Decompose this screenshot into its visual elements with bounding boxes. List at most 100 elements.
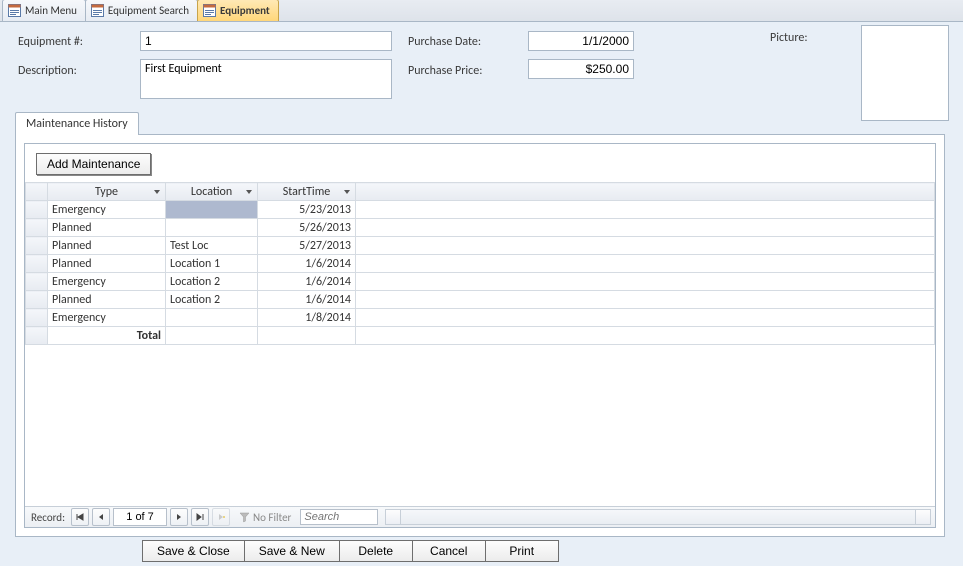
save-close-button[interactable]: Save & Close bbox=[142, 540, 245, 562]
column-header-location[interactable]: Location bbox=[166, 183, 258, 201]
filter-label: No Filter bbox=[253, 511, 291, 524]
cell-blank bbox=[356, 273, 935, 291]
cell-location[interactable]: Location 1 bbox=[166, 255, 258, 273]
tab-label: Equipment Search bbox=[108, 4, 189, 17]
cancel-button[interactable]: Cancel bbox=[412, 540, 486, 562]
equipment-number-label: Equipment #: bbox=[18, 35, 83, 49]
cell-location[interactable]: Location 2 bbox=[166, 291, 258, 309]
cell-blank bbox=[356, 327, 935, 345]
row-selector bbox=[26, 327, 48, 345]
purchase-price-input[interactable] bbox=[528, 59, 634, 79]
description-input[interactable] bbox=[140, 59, 392, 99]
row-selector[interactable] bbox=[26, 273, 48, 291]
nav-last-button[interactable] bbox=[191, 508, 209, 526]
document-tabstrip: Main Menu Equipment Search Equipment bbox=[0, 0, 963, 22]
cell-blank bbox=[356, 309, 935, 327]
form-icon bbox=[91, 4, 104, 17]
record-position-input[interactable] bbox=[113, 508, 167, 526]
column-header-type[interactable]: Type bbox=[48, 183, 166, 201]
table-row[interactable]: Emergency 5/23/2013 bbox=[26, 201, 935, 219]
dropdown-icon bbox=[245, 188, 253, 196]
row-selector-header[interactable] bbox=[26, 183, 48, 201]
cell-blank bbox=[356, 219, 935, 237]
cell-blank bbox=[356, 201, 935, 219]
equipment-number-input[interactable] bbox=[140, 31, 392, 51]
tab-equipment-search[interactable]: Equipment Search bbox=[85, 0, 198, 21]
table-row[interactable]: EmergencyLocation 21/6/2014 bbox=[26, 273, 935, 291]
nav-first-button[interactable] bbox=[71, 508, 89, 526]
cell-type[interactable]: Planned bbox=[48, 255, 166, 273]
purchase-date-input[interactable] bbox=[528, 31, 634, 51]
purchase-price-label: Purchase Price: bbox=[408, 64, 482, 78]
cell-type[interactable]: Planned bbox=[48, 291, 166, 309]
row-selector[interactable] bbox=[26, 219, 48, 237]
maintenance-datasheet: Type Location StartTime Emergency 5/23/20… bbox=[25, 182, 935, 507]
table-row[interactable]: PlannedTest Loc5/27/2013 bbox=[26, 237, 935, 255]
picture-label: Picture: bbox=[770, 31, 808, 45]
cell-starttime[interactable]: 1/6/2014 bbox=[258, 273, 356, 291]
column-label: StartTime bbox=[283, 185, 331, 199]
tab-equipment[interactable]: Equipment bbox=[197, 0, 279, 21]
column-header-starttime[interactable]: StartTime bbox=[258, 183, 356, 201]
table-row[interactable]: PlannedLocation 11/6/2014 bbox=[26, 255, 935, 273]
row-selector[interactable] bbox=[26, 309, 48, 327]
cell-type[interactable]: Planned bbox=[48, 219, 166, 237]
subform-body: Add Maintenance Type Location StartTime … bbox=[15, 134, 945, 537]
nav-new-button[interactable] bbox=[212, 508, 230, 526]
cell-blank bbox=[166, 327, 258, 345]
description-label: Description: bbox=[18, 64, 77, 78]
picture-box[interactable] bbox=[861, 25, 949, 121]
table-row[interactable]: PlannedLocation 21/6/2014 bbox=[26, 291, 935, 309]
column-label: Location bbox=[191, 185, 232, 199]
nav-prev-button[interactable] bbox=[92, 508, 110, 526]
delete-button[interactable]: Delete bbox=[339, 540, 413, 562]
total-label: Total bbox=[48, 327, 166, 345]
dropdown-icon bbox=[343, 188, 351, 196]
cell-blank bbox=[258, 327, 356, 345]
column-header-blank bbox=[356, 183, 935, 201]
row-selector[interactable] bbox=[26, 291, 48, 309]
row-selector[interactable] bbox=[26, 237, 48, 255]
cell-location[interactable] bbox=[166, 201, 258, 219]
tab-label: Main Menu bbox=[25, 4, 77, 17]
cell-type[interactable]: Emergency bbox=[48, 201, 166, 219]
cell-location[interactable] bbox=[166, 309, 258, 327]
save-new-button[interactable]: Save & New bbox=[244, 540, 340, 562]
cell-blank bbox=[356, 291, 935, 309]
nav-next-button[interactable] bbox=[170, 508, 188, 526]
table-row[interactable]: Planned 5/26/2013 bbox=[26, 219, 935, 237]
row-selector[interactable] bbox=[26, 255, 48, 273]
tab-label: Equipment bbox=[220, 4, 270, 17]
cell-blank bbox=[356, 237, 935, 255]
subform-tab-maintenance-history[interactable]: Maintenance History bbox=[15, 112, 139, 135]
cell-starttime[interactable]: 5/23/2013 bbox=[258, 201, 356, 219]
table-row[interactable]: Emergency 1/8/2014 bbox=[26, 309, 935, 327]
cell-location[interactable]: Test Loc bbox=[166, 237, 258, 255]
cell-location[interactable]: Location 2 bbox=[166, 273, 258, 291]
add-maintenance-button[interactable]: Add Maintenance bbox=[36, 153, 151, 175]
cell-starttime[interactable]: 1/6/2014 bbox=[258, 291, 356, 309]
form-icon bbox=[8, 4, 21, 17]
cell-starttime[interactable]: 5/27/2013 bbox=[258, 237, 356, 255]
cell-starttime[interactable]: 1/6/2014 bbox=[258, 255, 356, 273]
dropdown-icon bbox=[153, 188, 161, 196]
cell-starttime[interactable]: 5/26/2013 bbox=[258, 219, 356, 237]
purchase-date-label: Purchase Date: bbox=[408, 35, 481, 49]
tab-main-menu[interactable]: Main Menu bbox=[2, 0, 86, 21]
table-total-row: Total bbox=[26, 327, 935, 345]
cell-type[interactable]: Planned bbox=[48, 237, 166, 255]
column-label: Type bbox=[95, 185, 118, 199]
print-button[interactable]: Print bbox=[485, 540, 559, 562]
filter-indicator[interactable]: No Filter bbox=[239, 511, 291, 524]
action-bar: Save & Close Save & New Delete Cancel Pr… bbox=[142, 540, 558, 562]
cell-blank bbox=[356, 255, 935, 273]
cell-type[interactable]: Emergency bbox=[48, 309, 166, 327]
form-icon bbox=[203, 4, 216, 17]
horizontal-scrollbar[interactable] bbox=[385, 509, 931, 525]
filter-icon bbox=[239, 512, 250, 523]
row-selector[interactable] bbox=[26, 201, 48, 219]
cell-starttime[interactable]: 1/8/2014 bbox=[258, 309, 356, 327]
cell-type[interactable]: Emergency bbox=[48, 273, 166, 291]
cell-location[interactable] bbox=[166, 219, 258, 237]
search-input[interactable] bbox=[300, 509, 378, 525]
